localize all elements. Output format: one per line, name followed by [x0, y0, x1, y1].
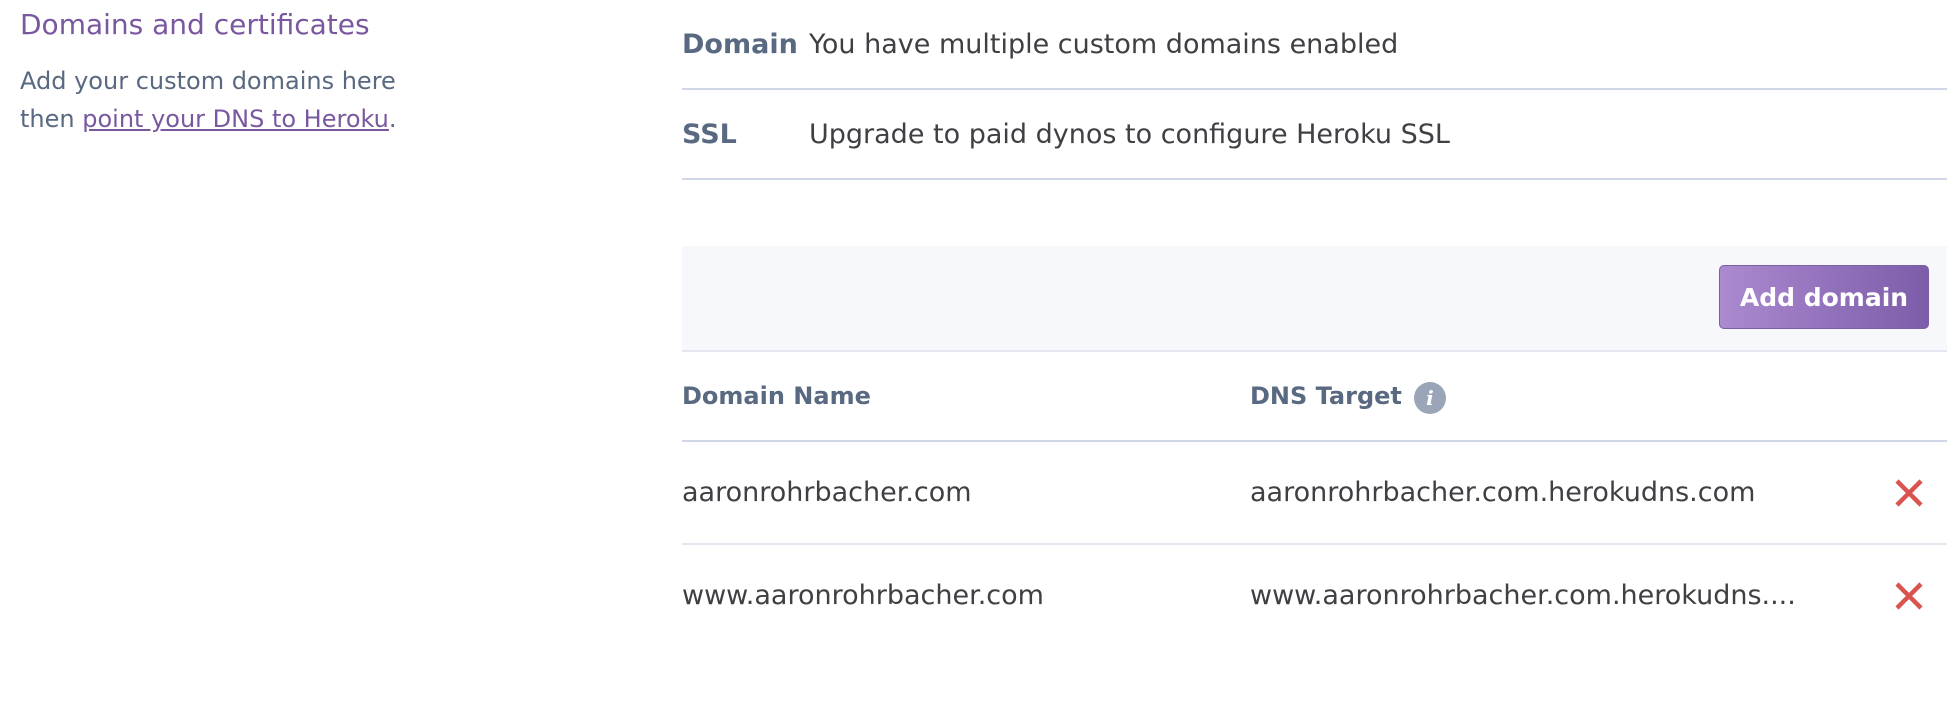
- domains-panel: Domain You have multiple custom domains …: [682, 0, 1947, 646]
- table-row: www.aaronrohrbacher.com www.aaronrohrbac…: [682, 543, 1947, 646]
- domains-settings-page: Domains and certificates Add your custom…: [0, 0, 1960, 728]
- domain-info-row: Domain You have multiple custom domains …: [682, 0, 1947, 90]
- ssl-status-text: Upgrade to paid dynos to configure Herok…: [809, 118, 1450, 150]
- domain-name-cell: www.aaronrohrbacher.com: [682, 580, 1044, 611]
- dns-help-link[interactable]: point your DNS to Heroku: [82, 105, 389, 133]
- dns-target-cell: www.aaronrohrbacher.com.herokudns....: [1250, 580, 1796, 611]
- dns-target-header-label: DNS Target: [1250, 382, 1402, 410]
- ssl-info-row: SSL Upgrade to paid dynos to configure H…: [682, 90, 1947, 180]
- domains-toolbar: Add domain: [682, 246, 1947, 352]
- dns-target-cell: aaronrohrbacher.com.herokudns.com: [1250, 477, 1756, 508]
- domain-name-cell: aaronrohrbacher.com: [682, 477, 972, 508]
- close-icon[interactable]: [1892, 476, 1926, 510]
- section-title: Domains and certificates: [20, 8, 370, 41]
- section-description: Add your custom domains here then point …: [20, 62, 440, 138]
- info-icon[interactable]: i: [1413, 382, 1446, 414]
- add-domain-button[interactable]: Add domain: [1719, 265, 1929, 329]
- table-row: aaronrohrbacher.com aaronrohrbacher.com.…: [682, 442, 1947, 543]
- remove-domain-button[interactable]: [1870, 476, 1947, 510]
- dns-target-header: DNS Target i: [1250, 378, 1870, 414]
- section-intro: Domains and certificates Add your custom…: [20, 8, 440, 138]
- section-description-suffix: .: [388, 105, 397, 133]
- domain-status-text: You have multiple custom domains enabled: [809, 28, 1399, 60]
- domains-table-header: Domain Name DNS Target i: [682, 352, 1947, 442]
- domain-name-header: Domain Name: [682, 382, 871, 410]
- remove-domain-button[interactable]: [1870, 579, 1947, 613]
- domain-label: Domain: [682, 28, 798, 60]
- ssl-label: SSL: [682, 118, 737, 150]
- close-icon[interactable]: [1892, 579, 1926, 613]
